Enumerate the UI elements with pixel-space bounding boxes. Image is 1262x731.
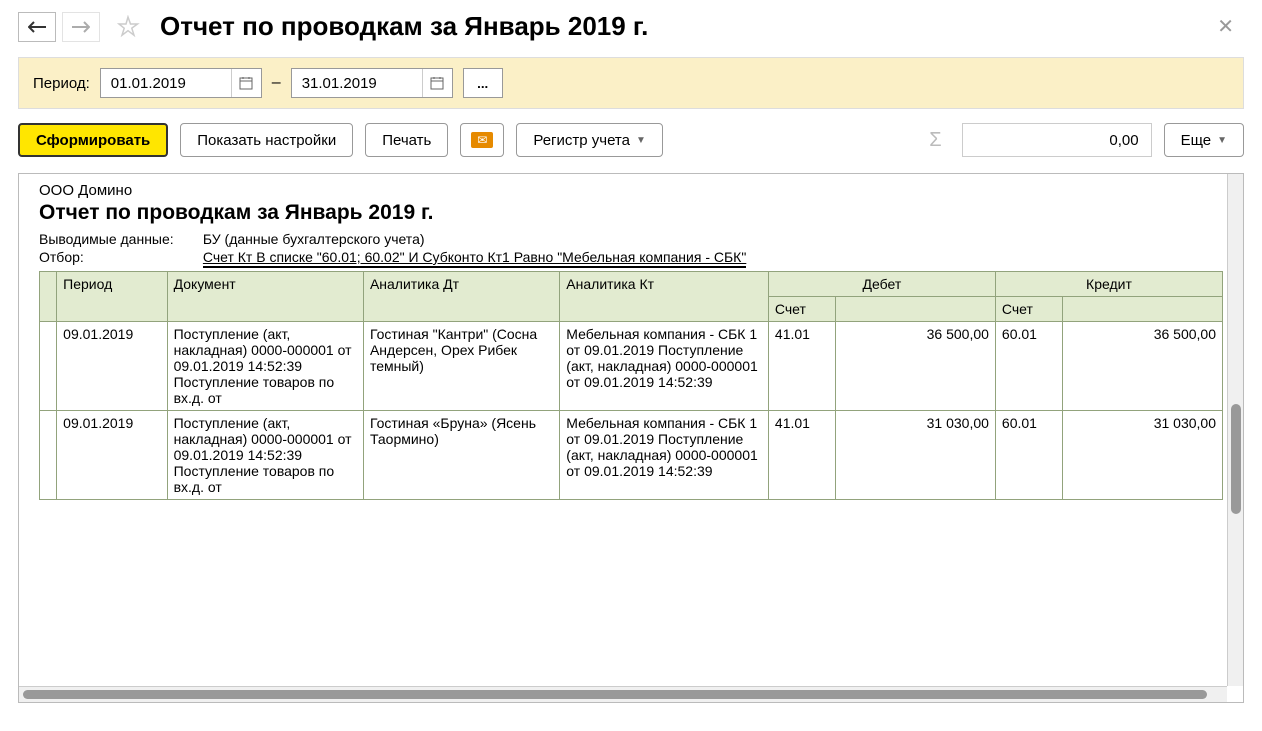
cell-document: Поступление (акт, накладная) 0000-000001…: [167, 411, 363, 500]
cell-debit-acc: 41.01: [768, 411, 835, 500]
report-meta-filter: Отбор: Счет Кт В списке "60.01; 60.02" И…: [39, 249, 1223, 265]
cell-credit-sum: 31 030,00: [1063, 411, 1223, 500]
report-meta-data-label: Выводимые данные:: [39, 231, 199, 247]
page-title: Отчет по проводкам за Январь 2019 г.: [160, 11, 1201, 42]
arrow-left-icon: [28, 21, 46, 33]
horizontal-scrollbar[interactable]: [19, 686, 1227, 702]
cell-credit-acc: 60.01: [995, 411, 1062, 500]
period-select-button[interactable]: ...: [463, 68, 503, 98]
cell-credit-acc: 60.01: [995, 322, 1062, 411]
cell-analytic-kt: Мебельная компания - СБК 1 от 09.01.2019…: [560, 322, 769, 411]
envelope-icon: ✉: [471, 132, 493, 148]
col-document: Документ: [167, 272, 363, 322]
vertical-scrollbar[interactable]: [1227, 174, 1243, 686]
generate-button[interactable]: Сформировать: [18, 123, 168, 157]
date-to-input[interactable]: [292, 75, 422, 92]
col-debit-acc: Счет: [768, 297, 835, 322]
print-button[interactable]: Печать: [365, 123, 448, 157]
report-org: ООО Домино: [39, 182, 1223, 199]
close-button[interactable]: ✕: [1207, 10, 1244, 43]
cell-analytic-kt: Мебельная компания - СБК 1 от 09.01.2019…: [560, 411, 769, 500]
star-icon: [116, 15, 140, 39]
col-analytic-dt: Аналитика Дт: [363, 272, 559, 322]
report-meta-filter-value: Счет Кт В списке "60.01; 60.02" И Субкон…: [203, 249, 746, 268]
gutter-col: [40, 272, 57, 322]
report-table: Период Документ Аналитика Дт Аналитика К…: [39, 271, 1223, 500]
report-meta-filter-label: Отбор:: [39, 249, 199, 265]
col-credit-acc: Счет: [995, 297, 1062, 322]
sum-field[interactable]: [962, 123, 1152, 157]
cell-debit-sum: 31 030,00: [836, 411, 996, 500]
col-period: Период: [57, 272, 167, 322]
table-row[interactable]: 09.01.2019 Поступление (акт, накладная) …: [40, 322, 1223, 411]
cell-credit-sum: 36 500,00: [1063, 322, 1223, 411]
date-to-wrap: [291, 68, 453, 98]
cell-analytic-dt: Гостиная "Кантри" (Сосна Андерсен, Орех …: [363, 322, 559, 411]
date-to-picker-button[interactable]: [422, 69, 452, 97]
hscroll-thumb[interactable]: [23, 690, 1207, 699]
chevron-down-icon: ▼: [636, 135, 646, 146]
toolbar: Сформировать Показать настройки Печать ✉…: [0, 113, 1262, 167]
col-credit-sum: [1063, 297, 1223, 322]
scroll-thumb[interactable]: [1231, 404, 1241, 514]
cell-period: 09.01.2019: [57, 411, 167, 500]
email-button[interactable]: ✉: [460, 123, 504, 157]
col-analytic-kt: Аналитика Кт: [560, 272, 769, 322]
sigma-icon: Σ: [921, 129, 949, 152]
report-meta-data-value: БУ (данные бухгалтерского учета): [203, 231, 425, 247]
period-dash: –: [272, 74, 281, 92]
nav-back-button[interactable]: [18, 12, 56, 42]
report-area: ООО Домино Отчет по проводкам за Январь …: [18, 173, 1244, 703]
calendar-icon: [430, 76, 444, 90]
date-from-picker-button[interactable]: [231, 69, 261, 97]
report-title: Отчет по проводкам за Январь 2019 г.: [39, 201, 1223, 225]
col-debit-sum: [836, 297, 996, 322]
table-row[interactable]: 09.01.2019 Поступление (акт, накладная) …: [40, 411, 1223, 500]
date-from-input[interactable]: [101, 75, 231, 92]
col-credit: Кредит: [995, 272, 1222, 297]
arrow-right-icon: [72, 21, 90, 33]
cell-document: Поступление (акт, накладная) 0000-000001…: [167, 322, 363, 411]
show-settings-button[interactable]: Показать настройки: [180, 123, 353, 157]
cell-period: 09.01.2019: [57, 322, 167, 411]
more-button[interactable]: Еще ▼: [1164, 123, 1244, 157]
date-from-wrap: [100, 68, 262, 98]
period-label: Период:: [33, 75, 90, 92]
cell-analytic-dt: Гостиная «Бруна» (Ясень Таормино): [363, 411, 559, 500]
more-label: Еще: [1181, 132, 1212, 149]
report-meta-data: Выводимые данные: БУ (данные бухгалтерск…: [39, 231, 1223, 247]
cell-debit-acc: 41.01: [768, 322, 835, 411]
gutter-cell: [40, 411, 57, 500]
register-button[interactable]: Регистр учета ▼: [516, 123, 663, 157]
calendar-icon: [239, 76, 253, 90]
gutter-cell: [40, 322, 57, 411]
cell-debit-sum: 36 500,00: [836, 322, 996, 411]
chevron-down-icon: ▼: [1217, 135, 1227, 146]
favorite-button[interactable]: [114, 13, 142, 41]
register-label: Регистр учета: [533, 132, 630, 149]
period-bar: Период: – ...: [18, 57, 1244, 109]
col-debit: Дебет: [768, 272, 995, 297]
nav-forward-button: [62, 12, 100, 42]
